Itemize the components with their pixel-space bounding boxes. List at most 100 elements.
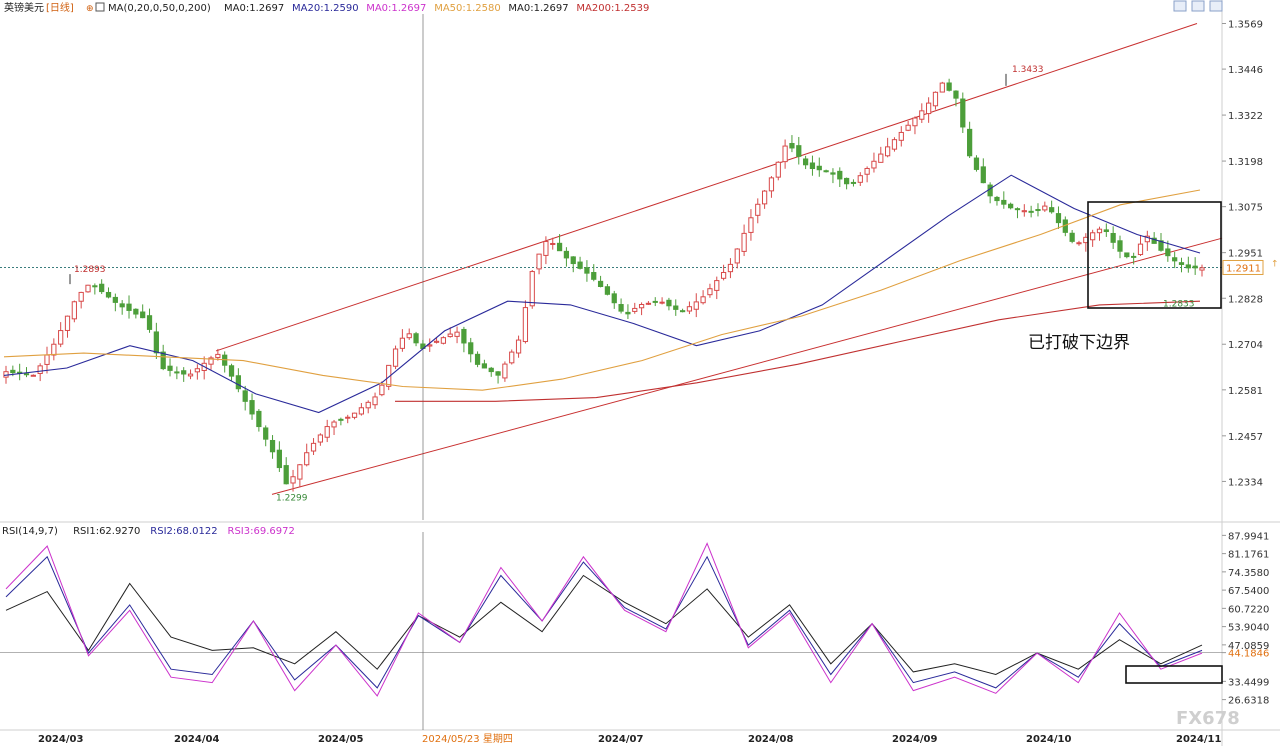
candle-up[interactable] [215,353,221,359]
candle-down[interactable] [1117,240,1123,252]
candle-up[interactable] [748,217,754,233]
candle-down[interactable] [461,328,467,344]
candle-down[interactable] [666,299,672,307]
candle-down[interactable] [809,162,816,170]
candle-up[interactable] [304,452,310,466]
candle-down[interactable] [625,311,631,315]
candle-down[interactable] [468,342,474,355]
candle-down[interactable] [174,371,180,374]
candle-up[interactable] [755,203,761,216]
candle-up[interactable] [447,333,453,338]
candle-up[interactable] [700,296,706,304]
candle-up[interactable] [782,145,788,163]
candle-down[interactable] [133,308,139,315]
candle-up[interactable] [379,384,385,396]
candle-up[interactable] [37,365,43,374]
candle-up[interactable] [324,426,330,438]
candle-up[interactable] [1096,228,1103,234]
candle-up[interactable] [522,307,529,343]
candle-down[interactable] [276,449,282,469]
candle-down[interactable] [837,170,843,180]
crosshair-icon[interactable] [1173,0,1187,12]
candle-up[interactable] [775,161,781,178]
candle-down[interactable] [584,267,590,274]
candle-down[interactable] [843,177,850,185]
fx-chart[interactable]: 英镑美元 [日线] ⊕ MA(0,20,0,50,0,200) MA0:1.2697 MA… [0,0,1280,746]
candle-down[interactable] [673,305,679,310]
candle-down[interactable] [481,363,488,369]
candle-up[interactable] [768,177,775,192]
candle-down[interactable] [967,128,973,157]
candle-up[interactable] [720,271,727,279]
candle-up[interactable] [51,343,57,356]
candle-down[interactable] [980,166,986,184]
candle-down[interactable] [146,315,153,330]
candle-up[interactable] [939,82,945,93]
candle-down[interactable] [802,158,809,166]
candle-up[interactable] [406,333,412,339]
candle-up[interactable] [454,331,460,337]
candle-up[interactable] [727,263,734,273]
candle-up[interactable] [1137,243,1144,256]
candle-down[interactable] [1014,208,1021,211]
candle-up[interactable] [536,253,542,270]
candle-up[interactable] [345,416,351,419]
candle-up[interactable] [502,363,508,379]
expand-icon[interactable] [95,2,105,12]
candle-down[interactable] [263,427,269,440]
candle-down[interactable] [474,353,481,365]
candle-down[interactable] [126,303,132,311]
minus-icon[interactable] [1191,0,1205,12]
candle-down[interactable] [242,390,248,402]
candle-down[interactable] [973,157,980,170]
candle-up[interactable] [194,368,200,373]
candle-down[interactable] [10,369,16,374]
candle-up[interactable] [905,124,911,131]
candle-down[interactable] [495,371,501,376]
candle-down[interactable] [953,90,959,99]
candle-down[interactable] [1131,255,1137,258]
candle-up[interactable] [659,301,665,304]
candle-up[interactable] [310,442,317,452]
candle-down[interactable] [1124,252,1130,258]
candle-up[interactable] [392,348,399,367]
candle-down[interactable] [1028,210,1034,213]
candle-down[interactable] [153,331,159,354]
candle-up[interactable] [3,371,9,378]
candle-up[interactable] [632,307,638,312]
candle-down[interactable] [105,291,112,298]
candle-up[interactable] [885,146,891,157]
candle-down[interactable] [850,181,857,184]
candle-down[interactable] [960,98,966,128]
candle-up[interactable] [290,476,296,484]
candle-down[interactable] [1165,248,1171,257]
candle-down[interactable] [563,250,570,259]
candle-down[interactable] [23,373,30,376]
candle-down[interactable] [1192,265,1198,269]
candle-up[interactable] [78,291,84,302]
candle-down[interactable] [413,333,419,344]
candle-up[interactable] [71,301,77,320]
candle-down[interactable] [256,410,262,428]
candle-up[interactable] [638,304,645,309]
candle-down[interactable] [338,418,344,421]
candle-up[interactable] [433,340,440,343]
candle-up[interactable] [440,337,447,344]
candle-up[interactable] [372,396,378,406]
candle-up[interactable] [1199,267,1205,271]
candle-down[interactable] [112,296,118,303]
candle-down[interactable] [1069,232,1075,242]
candle-up[interactable] [351,412,358,418]
candle-down[interactable] [1055,213,1062,224]
candle-down[interactable] [591,272,597,280]
candle-up[interactable] [871,160,877,169]
candle-up[interactable] [543,241,549,256]
candle-up[interactable] [741,232,747,252]
candle-up[interactable] [187,373,194,377]
candle-up[interactable] [64,315,71,331]
close-icon[interactable] [1209,0,1223,12]
candle-up[interactable] [365,401,371,409]
candle-down[interactable] [1185,264,1191,269]
candle-up[interactable] [919,110,925,120]
candle-down[interactable] [1049,207,1055,213]
